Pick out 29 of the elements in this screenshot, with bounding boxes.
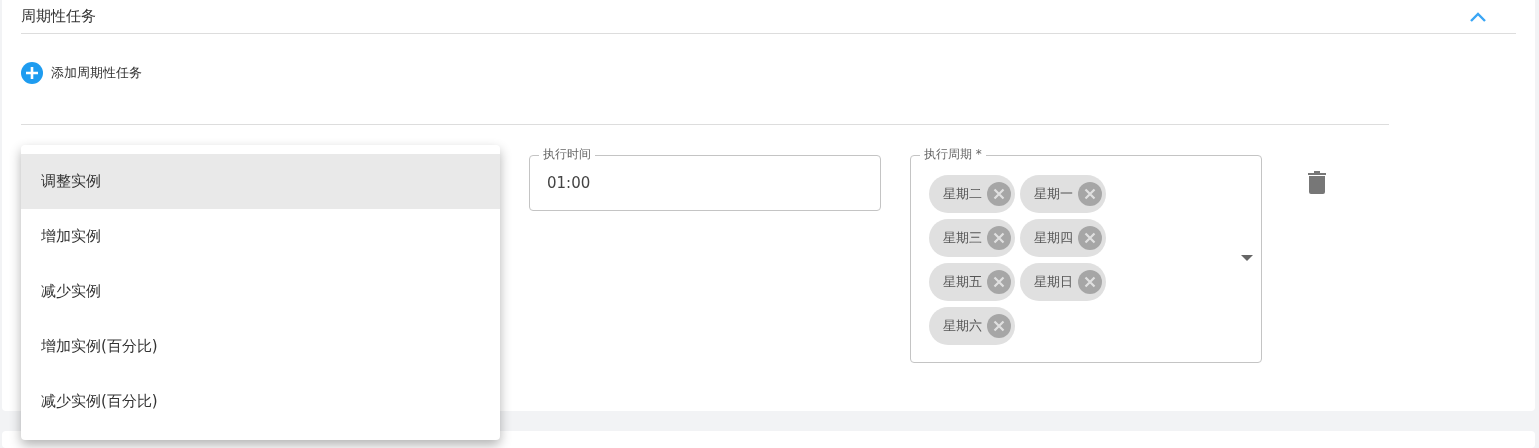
remove-chip-icon[interactable] <box>1078 182 1102 206</box>
field-label: 执行时间 <box>539 146 595 162</box>
menu-item[interactable]: 减少实例(百分比) <box>21 374 500 429</box>
menu-item[interactable]: 增加实例(百分比) <box>21 319 500 374</box>
remove-chip-icon[interactable] <box>1078 270 1102 294</box>
chip-label: 星期四 <box>1034 229 1073 248</box>
add-task-button[interactable]: 添加周期性任务 <box>21 62 142 84</box>
trash-icon <box>1308 171 1326 194</box>
chip-label: 星期二 <box>943 185 982 204</box>
chip-label: 星期一 <box>1034 185 1073 204</box>
collapse-button[interactable] <box>1470 11 1486 22</box>
remove-chip-icon[interactable] <box>987 226 1011 250</box>
remove-chip-icon[interactable] <box>1078 226 1102 250</box>
chip-label: 星期五 <box>943 273 982 292</box>
remove-chip-icon[interactable] <box>987 314 1011 338</box>
caret-icon <box>1241 255 1253 261</box>
add-icon <box>21 62 43 84</box>
chip-label: 星期三 <box>943 229 982 248</box>
delete-button[interactable] <box>1308 171 1326 194</box>
chip-label: 星期六 <box>943 317 982 336</box>
remove-chip-icon[interactable] <box>987 270 1011 294</box>
section-title: 周期性任务 <box>21 6 96 28</box>
chip-label: 星期日 <box>1034 273 1073 292</box>
menu-item[interactable]: 增加实例 <box>21 209 500 264</box>
field-label: 执行周期 * <box>920 146 986 162</box>
chevron-up-icon <box>1470 11 1486 22</box>
menu-item[interactable]: 减少实例 <box>21 264 500 319</box>
remove-chip-icon[interactable] <box>987 182 1011 206</box>
menu-item[interactable]: 调整实例 <box>21 154 500 209</box>
